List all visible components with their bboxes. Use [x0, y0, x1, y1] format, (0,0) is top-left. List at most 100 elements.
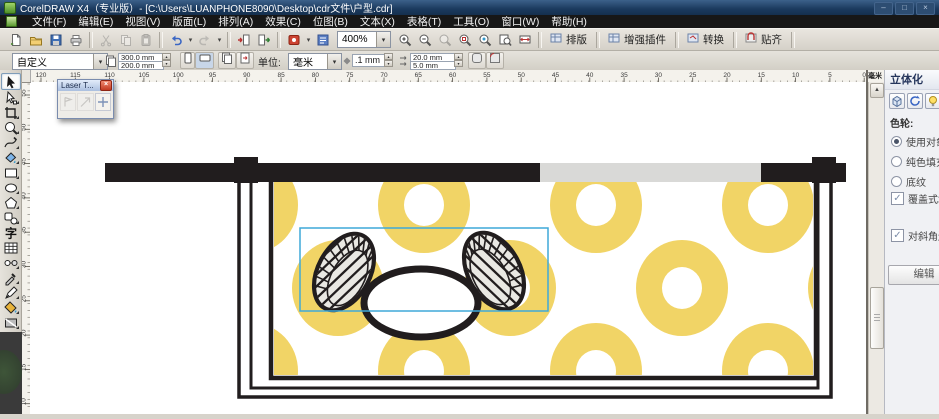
radio-icon[interactable]: [891, 156, 902, 167]
radio-option-2[interactable]: 纯色填充: [885, 151, 939, 171]
menu-item-6[interactable]: 效果(C): [259, 14, 307, 29]
snap-to-button[interactable]: 贴齐: [740, 30, 788, 49]
chevron-down-icon[interactable]: ▾: [186, 30, 195, 49]
zoom-to-all-objects[interactable]: [475, 30, 495, 49]
crop-tool[interactable]: [2, 105, 20, 120]
ruler-origin[interactable]: [22, 70, 31, 83]
current-page-button[interactable]: [236, 52, 254, 69]
landscape-button[interactable]: [195, 52, 214, 69]
print[interactable]: [66, 30, 86, 49]
duplicate-y-field[interactable]: 5.0 mm: [410, 61, 456, 70]
import[interactable]: [234, 30, 254, 49]
minimize-button[interactable]: –: [874, 2, 893, 15]
page-size-spinner[interactable]: ▴▾: [162, 53, 171, 66]
rectangle-tool[interactable]: [2, 165, 20, 180]
application-launcher[interactable]: [284, 30, 304, 49]
close-icon[interactable]: ×: [100, 80, 112, 91]
menu-item-8[interactable]: 文本(X): [354, 14, 401, 29]
duplicate-spinner[interactable]: ▴▾: [454, 53, 463, 66]
radio-option-3[interactable]: 底纹: [885, 171, 939, 191]
extrude-lighting-button[interactable]: [925, 93, 939, 109]
outline-pen-tool[interactable]: [2, 285, 20, 300]
radio-option-1[interactable]: 使用对象填充: [885, 131, 939, 151]
zoom-to-page-width[interactable]: [515, 30, 535, 49]
edit-button[interactable]: 编辑: [888, 265, 939, 285]
units-combo[interactable]: 毫米 ▾: [288, 53, 342, 70]
fill-tool[interactable]: [2, 300, 20, 315]
checkbox-option-2[interactable]: ✓对斜角边缘: [891, 228, 939, 243]
chevron-down-icon[interactable]: ▾: [327, 54, 341, 69]
text-tool[interactable]: 字: [2, 225, 20, 240]
svg-text:85: 85: [277, 72, 285, 79]
laser-toolbar-titlebar[interactable]: Laser T... ×: [58, 80, 113, 91]
checkbox-option-1[interactable]: ✓覆盖式填充: [891, 191, 939, 206]
radio-icon[interactable]: [891, 176, 902, 187]
vertical-scrollbar[interactable]: ▲: [868, 82, 884, 414]
menu-item-5[interactable]: 排列(A): [212, 14, 259, 29]
extrude-rotation-button[interactable]: [907, 93, 923, 109]
menu-item-3[interactable]: 视图(V): [119, 14, 166, 29]
page-height-field[interactable]: 200.0 mm: [118, 61, 164, 70]
extrude-camera-button[interactable]: [889, 93, 905, 109]
basic-shapes-tool[interactable]: [2, 210, 20, 225]
chevron-down-icon[interactable]: ▾: [215, 30, 224, 49]
smart-fill-tool[interactable]: [2, 150, 20, 165]
menu-item-9[interactable]: 表格(T): [401, 14, 447, 29]
menu-item-4[interactable]: 版面(L): [166, 14, 212, 29]
shape-tool[interactable]: [2, 90, 20, 105]
document-icon: [6, 16, 17, 27]
zoom-in[interactable]: [395, 30, 415, 49]
zoom-tool[interactable]: [2, 120, 20, 135]
interactive-fill-tool[interactable]: [2, 315, 20, 330]
checkbox-icon[interactable]: ✓: [891, 229, 904, 242]
freehand-tool[interactable]: [2, 135, 20, 150]
checkbox-icon[interactable]: ✓: [891, 192, 904, 205]
welcome-screen[interactable]: [313, 30, 333, 49]
laser-toolbar[interactable]: Laser T... ×: [57, 79, 114, 119]
scroll-up-arrow-icon[interactable]: ▲: [870, 83, 884, 98]
menu-item-2[interactable]: 编辑(E): [72, 14, 119, 29]
chevron-down-icon[interactable]: ▾: [304, 30, 313, 49]
undo[interactable]: [166, 30, 186, 49]
chevron-down-icon[interactable]: ▾: [376, 32, 390, 47]
pick-tool[interactable]: [1, 73, 21, 90]
laser-line-tool[interactable]: [77, 93, 93, 111]
new-document[interactable]: [6, 30, 26, 49]
zoom-to-page[interactable]: [495, 30, 515, 49]
zoom-level-combo[interactable]: 400%▾: [337, 31, 391, 48]
treat-as-filled-button[interactable]: [468, 52, 486, 69]
menu-item-12[interactable]: 帮助(H): [545, 14, 593, 29]
maximize-button[interactable]: □: [895, 2, 914, 15]
svg-text:60: 60: [449, 72, 457, 79]
menu-item-11[interactable]: 窗口(W): [495, 14, 545, 29]
all-pages-button[interactable]: [218, 52, 236, 69]
radio-icon[interactable]: [891, 136, 902, 147]
mouth-ellipse[interactable]: [364, 269, 478, 337]
export[interactable]: [254, 30, 274, 49]
laser-cross-tool[interactable]: [95, 93, 111, 111]
zoom-to-selection[interactable]: [455, 30, 475, 49]
ellipse-tool[interactable]: [2, 180, 20, 195]
drawing-canvas[interactable]: [30, 82, 866, 414]
options-button[interactable]: [486, 52, 504, 69]
nudge-field[interactable]: .1 mm: [352, 54, 388, 67]
preset-combo[interactable]: 自定义 ▾: [12, 53, 108, 70]
save-document[interactable]: [46, 30, 66, 49]
menu-item-10[interactable]: 工具(O): [447, 14, 495, 29]
menu-item-7[interactable]: 位图(B): [307, 14, 354, 29]
zoom-out[interactable]: [415, 30, 435, 49]
laser-pointer-tool[interactable]: [60, 93, 76, 111]
table-tool[interactable]: [2, 240, 20, 255]
close-button[interactable]: ×: [916, 2, 935, 15]
typeset-button[interactable]: 排版: [545, 30, 593, 49]
enhanced-plugins-button[interactable]: 增强插件: [603, 30, 672, 49]
open-document[interactable]: [26, 30, 46, 49]
portrait-button[interactable]: [180, 52, 195, 69]
menu-item-1[interactable]: 文件(F): [26, 14, 72, 29]
eyedropper-tool[interactable]: [2, 270, 20, 285]
scrollbar-thumb[interactable]: [870, 287, 884, 349]
nudge-spinner[interactable]: ▴▾: [384, 53, 393, 66]
convert-button[interactable]: 转换: [682, 30, 730, 49]
blend-tool[interactable]: [2, 255, 20, 270]
polygon-tool[interactable]: [2, 195, 20, 210]
